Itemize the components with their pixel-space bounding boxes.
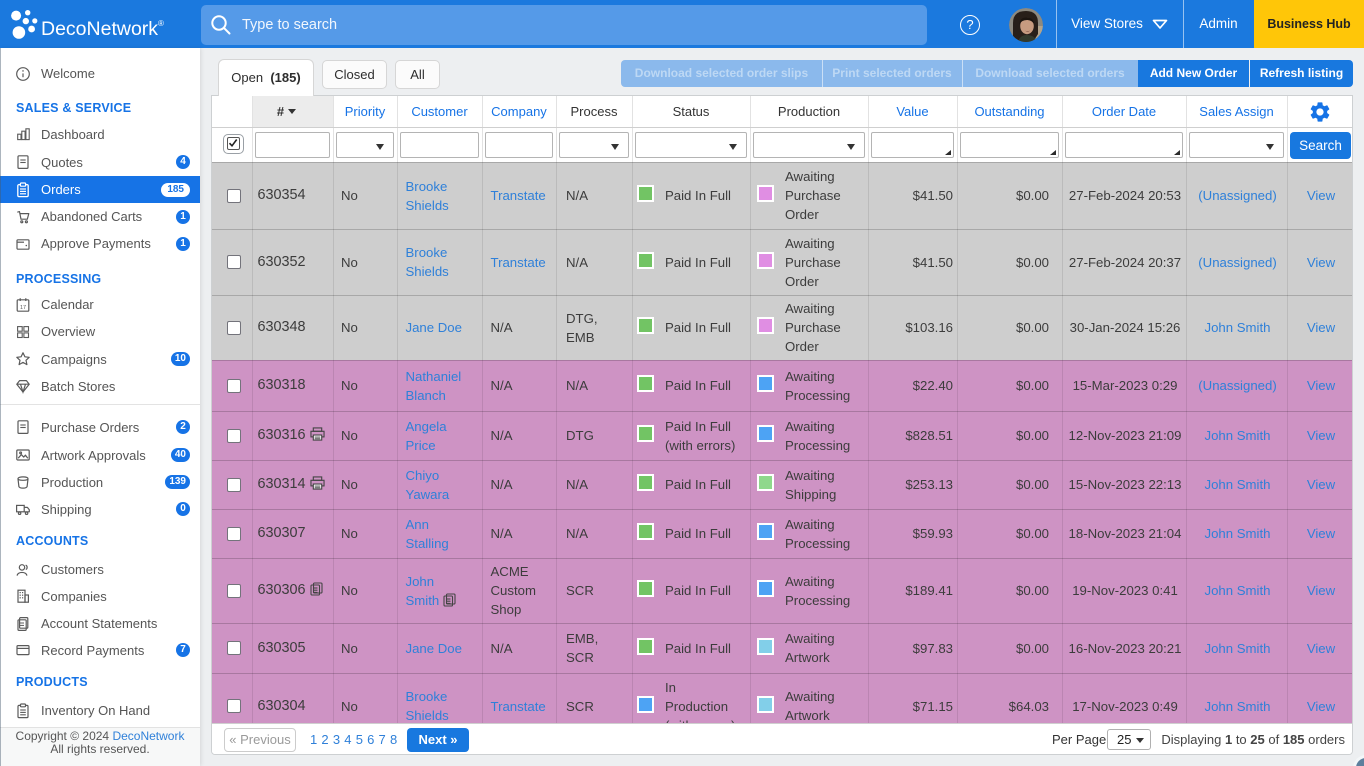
- svg-text:17: 17: [20, 305, 26, 311]
